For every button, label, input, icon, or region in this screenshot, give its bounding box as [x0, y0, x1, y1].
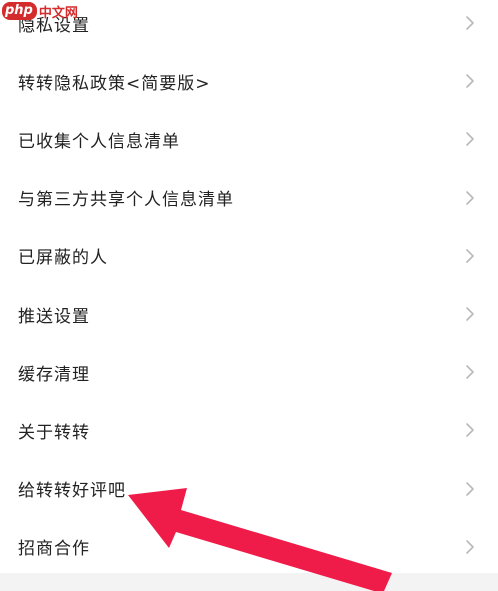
settings-item-collected-info-list[interactable]: 已收集个人信息清单 [0, 110, 498, 169]
chevron-right-icon [463, 305, 477, 323]
watermark-logo: php 中文网 [2, 1, 78, 21]
bottom-divider-strip [0, 573, 498, 591]
settings-item-rate-app[interactable]: 给转转好评吧 [0, 459, 498, 518]
settings-item-label: 已屏蔽的人 [18, 248, 108, 269]
chevron-right-icon [463, 14, 477, 32]
settings-item-business-cooperation[interactable]: 招商合作 [0, 517, 498, 576]
chevron-right-icon [463, 363, 477, 381]
settings-item-label: 给转转好评吧 [18, 481, 126, 502]
chevron-right-icon [463, 189, 477, 207]
watermark-text: 中文网 [38, 5, 78, 21]
watermark-badge: php [2, 2, 37, 20]
chevron-right-icon [463, 421, 477, 439]
settings-item-label: 关于转转 [18, 422, 90, 443]
settings-item-label: 与第三方共享个人信息清单 [18, 190, 234, 211]
settings-item-label: 招商合作 [18, 539, 90, 560]
settings-item-privacy-policy-brief[interactable]: 转转隐私政策<简要版> [0, 52, 498, 111]
settings-item-third-party-sharing-list[interactable]: 与第三方共享个人信息清单 [0, 168, 498, 227]
chevron-right-icon [463, 538, 477, 556]
settings-item-push-settings[interactable]: 推送设置 [0, 284, 498, 344]
settings-item-clear-cache[interactable]: 缓存清理 [0, 343, 498, 402]
chevron-right-icon [463, 130, 477, 148]
settings-item-about[interactable]: 关于转转 [0, 401, 498, 460]
settings-item-label: 推送设置 [18, 306, 90, 327]
chevron-right-icon [463, 72, 477, 90]
settings-item-label: 已收集个人信息清单 [18, 131, 180, 152]
settings-list: 隐私设置 转转隐私政策<简要版> 已收集个人信息清单 与第三方共享个人信息清单 … [0, 0, 498, 576]
settings-item-label: 转转隐私政策<简要版> [18, 73, 211, 94]
settings-item-label: 缓存清理 [18, 364, 90, 385]
chevron-right-icon [463, 480, 477, 498]
chevron-right-icon [463, 247, 477, 265]
settings-item-blocked-users[interactable]: 已屏蔽的人 [0, 226, 498, 285]
